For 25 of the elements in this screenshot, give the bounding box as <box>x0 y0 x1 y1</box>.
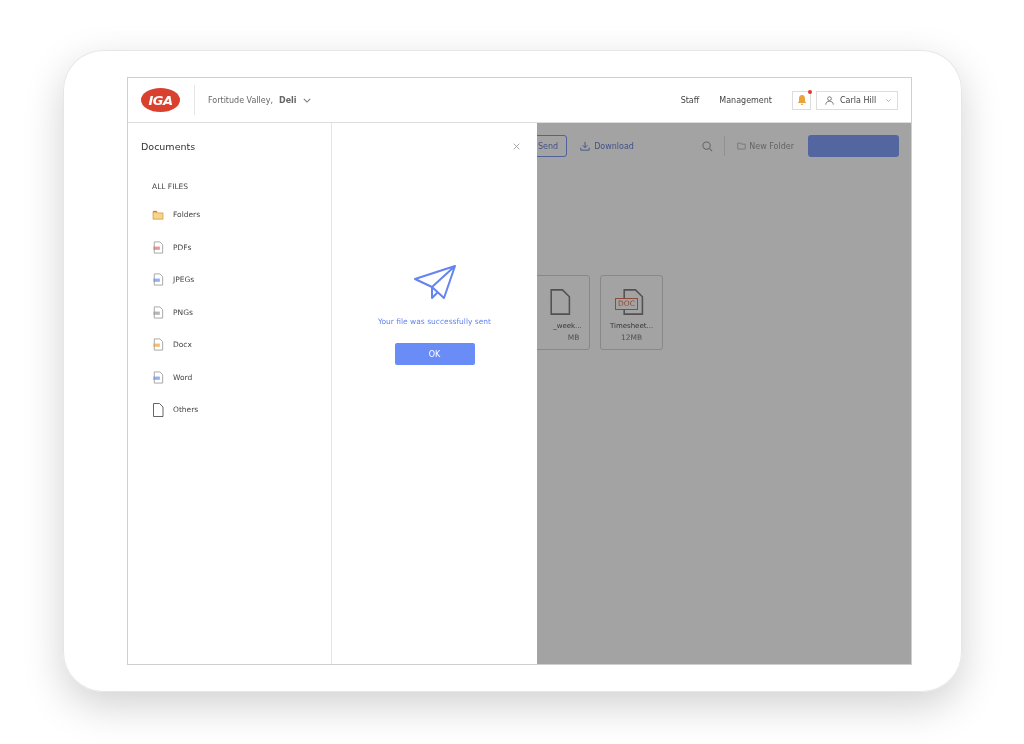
nav-link[interactable]: Management <box>719 95 772 105</box>
file-icon <box>152 305 164 319</box>
person-icon <box>825 95 834 105</box>
paper-plane-icon <box>413 265 456 301</box>
nav-link[interactable]: Staff <box>680 95 700 105</box>
logo: IGA <box>141 88 180 112</box>
notification-button[interactable] <box>792 90 811 110</box>
caret-icon <box>886 98 891 102</box>
sidebar-title: Documents <box>141 141 197 152</box>
download-icon <box>580 141 591 151</box>
folder-icon <box>152 209 164 220</box>
bell-icon <box>796 94 807 106</box>
file-icon <box>152 402 164 417</box>
search-icon[interactable] <box>702 140 714 152</box>
folder-icon <box>737 142 747 150</box>
file-icon <box>152 273 164 286</box>
file-icon <box>152 240 164 254</box>
chevron-icon <box>302 97 311 103</box>
location-dropdown[interactable]: Fortitude Valley, Deli <box>208 95 311 105</box>
user-dropdown[interactable]: Carla Hill <box>816 90 898 110</box>
close-icon <box>513 143 520 150</box>
close-button[interactable] <box>512 142 521 151</box>
user-name: Carla Hill <box>840 95 878 105</box>
file-icon <box>152 338 164 351</box>
file-icon <box>152 370 164 384</box>
